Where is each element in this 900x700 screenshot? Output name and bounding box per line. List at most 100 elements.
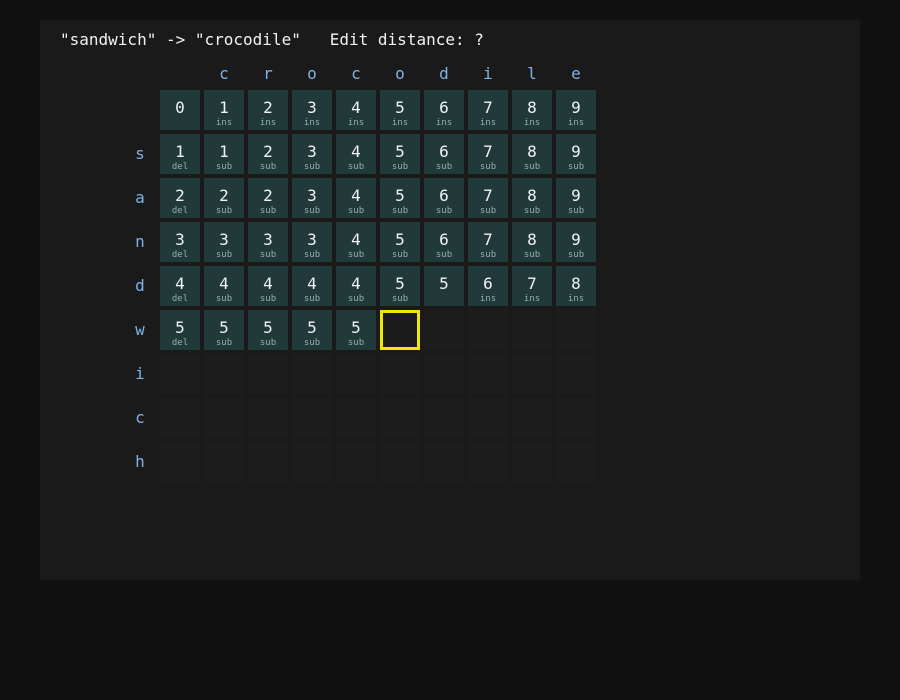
empty-cell[interactable] [424, 442, 464, 482]
empty-cell[interactable] [424, 398, 464, 438]
column-label: e [571, 64, 581, 83]
dp-cell[interactable]: 5 sub [292, 310, 332, 350]
dp-cell[interactable]: 2 del [160, 178, 200, 218]
dp-cell[interactable]: 2 sub [248, 178, 288, 218]
dp-cell[interactable]: 6 ins [424, 90, 464, 130]
dp-cell[interactable]: 3 ins [292, 90, 332, 130]
dp-cell[interactable]: 8 sub [512, 222, 552, 262]
dp-cell[interactable]: 7 ins [468, 90, 508, 130]
row-label: i [135, 364, 145, 383]
cell-operation: ins [435, 118, 453, 128]
empty-cell[interactable] [424, 310, 464, 350]
dp-cell[interactable]: 4 sub [248, 266, 288, 306]
dp-cell[interactable]: 4 sub [204, 266, 244, 306]
dp-cell[interactable]: 5 sub [204, 310, 244, 350]
dp-cell[interactable]: 6 sub [424, 222, 464, 262]
cell-value: 3 [307, 142, 317, 161]
empty-cell[interactable] [160, 442, 200, 482]
dp-cell[interactable]: 6 sub [424, 178, 464, 218]
dp-cell[interactable]: 4 sub [336, 266, 376, 306]
empty-cell[interactable] [556, 310, 596, 350]
dp-cell[interactable]: 2 sub [204, 178, 244, 218]
dp-cell[interactable]: 5 sub [380, 222, 420, 262]
empty-cell[interactable] [248, 398, 288, 438]
empty-cell[interactable] [468, 354, 508, 394]
empty-cell[interactable] [556, 398, 596, 438]
dp-cell[interactable]: 5 sub [380, 134, 420, 174]
dp-cell[interactable]: 6 sub [424, 134, 464, 174]
empty-cell[interactable] [204, 354, 244, 394]
empty-cell[interactable] [292, 354, 332, 394]
cell-operation: sub [567, 206, 585, 216]
dp-cell[interactable]: 8 ins [512, 90, 552, 130]
dp-cell[interactable]: 7 sub [468, 134, 508, 174]
empty-cell[interactable] [380, 354, 420, 394]
dp-cell[interactable]: 9 sub [556, 178, 596, 218]
empty-cell[interactable] [160, 354, 200, 394]
empty-cell[interactable] [204, 442, 244, 482]
dp-cell[interactable]: 2 ins [248, 90, 288, 130]
dp-cell[interactable]: 5 [424, 266, 464, 306]
dp-cell[interactable]: 5 sub [380, 266, 420, 306]
empty-cell[interactable] [380, 442, 420, 482]
dp-cell[interactable]: 8 ins [556, 266, 596, 306]
dp-cell[interactable]: 4 ins [336, 90, 376, 130]
dp-cell[interactable]: 5 ins [380, 90, 420, 130]
dp-cell[interactable]: 1 sub [204, 134, 244, 174]
cell-operation: sub [259, 206, 277, 216]
empty-cell[interactable] [468, 310, 508, 350]
dp-cell[interactable]: 5 sub [336, 310, 376, 350]
dp-cell[interactable]: 7 sub [468, 178, 508, 218]
dp-cell[interactable]: 4 sub [336, 134, 376, 174]
dp-cell[interactable]: 4 del [160, 266, 200, 306]
dp-cell[interactable]: 8 sub [512, 178, 552, 218]
dp-cell[interactable]: 6 ins [468, 266, 508, 306]
dp-cell[interactable]: 3 sub [292, 134, 332, 174]
empty-cell[interactable] [248, 354, 288, 394]
empty-cell[interactable] [204, 398, 244, 438]
cell-value: 6 [439, 142, 449, 161]
empty-cell[interactable] [556, 354, 596, 394]
dp-cell[interactable]: 1 del [160, 134, 200, 174]
empty-cell[interactable] [380, 398, 420, 438]
cell-operation: sub [215, 294, 233, 304]
dp-cell[interactable]: 9 sub [556, 134, 596, 174]
dp-cell[interactable]: 5 sub [248, 310, 288, 350]
current-cell[interactable] [380, 310, 420, 350]
empty-cell[interactable] [556, 442, 596, 482]
dp-cell[interactable]: 5 sub [380, 178, 420, 218]
empty-cell[interactable] [292, 442, 332, 482]
dp-cell[interactable]: 3 sub [292, 178, 332, 218]
dp-cell[interactable]: 5 del [160, 310, 200, 350]
empty-cell[interactable] [292, 398, 332, 438]
empty-cell[interactable] [424, 354, 464, 394]
empty-cell[interactable] [336, 442, 376, 482]
empty-cell[interactable] [512, 442, 552, 482]
dp-cell[interactable]: 4 sub [336, 178, 376, 218]
empty-cell[interactable] [336, 398, 376, 438]
empty-cell[interactable] [336, 354, 376, 394]
dp-cell[interactable]: 3 sub [292, 222, 332, 262]
dp-cell[interactable]: 3 sub [248, 222, 288, 262]
dp-cell[interactable]: 4 sub [292, 266, 332, 306]
dp-cell[interactable]: 4 sub [336, 222, 376, 262]
dp-cell[interactable]: 3 del [160, 222, 200, 262]
dp-cell[interactable]: 7 sub [468, 222, 508, 262]
dp-cell[interactable]: 2 sub [248, 134, 288, 174]
cell-operation: sub [435, 250, 453, 260]
dp-cell[interactable]: 8 sub [512, 134, 552, 174]
empty-cell[interactable] [160, 398, 200, 438]
empty-cell[interactable] [512, 310, 552, 350]
dp-cell[interactable]: 3 sub [204, 222, 244, 262]
dp-cell[interactable]: 7 ins [512, 266, 552, 306]
empty-cell[interactable] [468, 398, 508, 438]
empty-cell[interactable] [468, 442, 508, 482]
dp-cell[interactable]: 1 ins [204, 90, 244, 130]
empty-cell[interactable] [248, 442, 288, 482]
empty-cell[interactable] [512, 354, 552, 394]
cell-value: 5 [175, 318, 185, 337]
empty-cell[interactable] [512, 398, 552, 438]
dp-cell[interactable]: 9 ins [556, 90, 596, 130]
dp-cell[interactable]: 9 sub [556, 222, 596, 262]
dp-cell[interactable]: 0 [160, 90, 200, 130]
